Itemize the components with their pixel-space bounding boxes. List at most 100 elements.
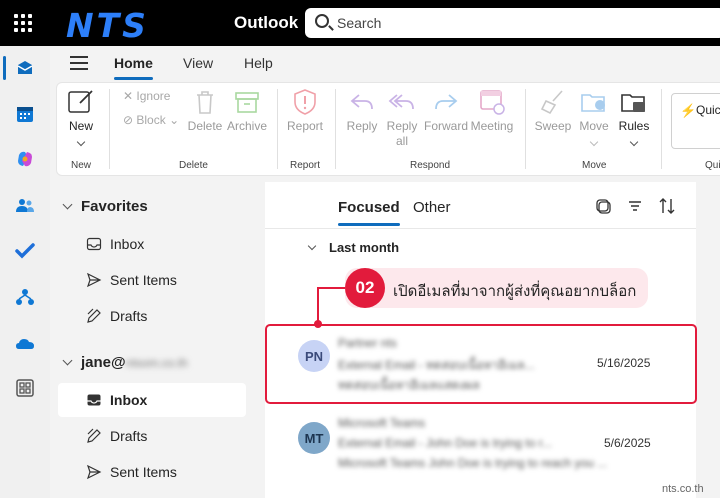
- trash-icon: [197, 91, 213, 114]
- favorite-drafts[interactable]: Drafts: [58, 299, 246, 333]
- broom-icon: [540, 90, 563, 115]
- tab-focused[interactable]: Focused: [338, 199, 400, 226]
- group-label-report: Report: [290, 160, 321, 171]
- rail-calendar[interactable]: [0, 92, 50, 136]
- org-chart-icon: [16, 289, 34, 305]
- search-icon: [315, 14, 329, 28]
- block-button[interactable]: ⊘ Block ⌄: [123, 113, 179, 127]
- tab-help[interactable]: Help: [244, 55, 273, 71]
- rail-org-explorer[interactable]: [0, 275, 50, 319]
- archive-button[interactable]: Archive: [225, 87, 269, 134]
- report-button[interactable]: Report: [285, 87, 325, 134]
- delete-label: Delete: [187, 119, 223, 133]
- callout-leader: [318, 287, 346, 289]
- rail-apps[interactable]: [0, 366, 50, 410]
- compose-icon: [68, 90, 93, 113]
- group-label-quick: Qui: [705, 160, 720, 171]
- folder-drafts[interactable]: Drafts: [58, 419, 246, 453]
- search-placeholder: Search: [337, 15, 382, 31]
- sweep-button[interactable]: Sweep: [533, 87, 573, 134]
- archive-label: Archive: [226, 119, 267, 133]
- account-prefix: jane@: [81, 354, 126, 371]
- sweep-label: Sweep: [534, 119, 572, 133]
- step-number: 02: [345, 268, 385, 308]
- folder-pane: Favorites Inbox Sent Items Drafts jane@n…: [50, 180, 260, 498]
- callout-dot: [314, 320, 322, 328]
- sort-icon[interactable]: [658, 197, 676, 215]
- ribbon-area: Home View Help New ✕ Ignore ⊘ Block ⌄ De…: [50, 46, 720, 178]
- apps-icon: [16, 379, 34, 397]
- account-header[interactable]: jane@ntsom.co.th: [62, 354, 188, 371]
- top-bar: NTS Outlook Search: [0, 0, 720, 46]
- tab-other[interactable]: Other: [413, 199, 451, 216]
- reply-all-label-2: all: [395, 134, 408, 148]
- meeting-icon: [480, 90, 505, 115]
- inbox-icon: [86, 237, 102, 251]
- favorite-drafts-label: Drafts: [110, 308, 148, 324]
- reply-label: Reply: [346, 119, 378, 133]
- app-name[interactable]: Outlook: [234, 13, 298, 33]
- send-icon: [86, 464, 102, 480]
- folder-move-icon: [581, 94, 605, 112]
- folder-sent-label: Sent Items: [110, 464, 177, 480]
- group-label: Last month: [329, 240, 400, 255]
- rail-mail[interactable]: [0, 46, 50, 90]
- move-button[interactable]: Move: [575, 87, 613, 149]
- watermark: nts.co.th: [662, 483, 704, 495]
- ignore-icon: ✕: [123, 89, 137, 103]
- send-icon: [86, 272, 102, 288]
- group-last-month[interactable]: Last month: [307, 240, 400, 255]
- search-box[interactable]: Search: [305, 8, 720, 38]
- select-icon[interactable]: [595, 198, 611, 214]
- reply-all-label-1: Reply: [386, 119, 418, 133]
- avatar: MT: [298, 422, 330, 454]
- block-icon: ⊘: [123, 113, 137, 127]
- rail-onedrive[interactable]: [0, 322, 50, 366]
- tab-view[interactable]: View: [183, 55, 213, 71]
- move-label: Move: [579, 119, 609, 133]
- meeting-button[interactable]: Meeting: [469, 87, 515, 134]
- highlight-box: [265, 324, 697, 404]
- calendar-icon: [17, 107, 33, 122]
- quick-steps-box[interactable]: ⚡ Quic: [671, 93, 720, 149]
- block-label: Block: [136, 113, 166, 127]
- reply-all-button[interactable]: Reply all: [381, 87, 423, 149]
- filter-icon[interactable]: [627, 198, 643, 214]
- new-button[interactable]: New: [61, 87, 101, 149]
- step-text: เปิดอีเมลที่มาจากผู้ส่งที่คุณอยากบล็อก: [393, 283, 637, 300]
- callout-leader: [317, 287, 319, 323]
- forward-button[interactable]: Forward: [423, 87, 469, 134]
- reply-button[interactable]: Reply: [341, 87, 383, 134]
- message-date: 5/6/2025: [604, 436, 651, 450]
- rail-people[interactable]: [0, 184, 50, 228]
- meeting-label: Meeting: [470, 119, 514, 133]
- folder-inbox[interactable]: Inbox: [58, 383, 246, 417]
- brand-logo: NTS: [66, 6, 149, 45]
- shield-alert-icon: [294, 89, 316, 115]
- favorites-header[interactable]: Favorites: [62, 198, 148, 215]
- ignore-button[interactable]: ✕ Ignore: [123, 89, 170, 103]
- cloud-icon: [16, 339, 34, 349]
- rail-todo[interactable]: [0, 229, 50, 273]
- forward-label: Forward: [423, 119, 468, 133]
- tab-home[interactable]: Home: [114, 55, 153, 80]
- favorite-inbox[interactable]: Inbox: [58, 227, 246, 261]
- forward-icon: [435, 94, 458, 110]
- chevron-down-icon: [62, 199, 73, 210]
- rail-copilot[interactable]: [0, 137, 50, 181]
- reply-icon: [350, 94, 373, 110]
- people-icon: [16, 199, 34, 212]
- favorite-sent-items[interactable]: Sent Items: [58, 263, 246, 297]
- report-label: Report: [286, 119, 324, 133]
- chevron-down-icon: [76, 137, 86, 147]
- rules-button[interactable]: Rules: [615, 87, 653, 149]
- message-preview: Microsoft Teams John Doe is trying to re…: [338, 456, 608, 470]
- chevron-down-icon: [589, 137, 599, 147]
- message-item[interactable]: MT Microsoft Teams External Email - John…: [265, 408, 696, 486]
- ribbon-toolbar: New ✕ Ignore ⊘ Block ⌄ Delete Archive Re…: [56, 82, 720, 176]
- menu-icon[interactable]: [70, 56, 88, 70]
- chevron-down-icon: [307, 241, 317, 250]
- app-launcher-icon[interactable]: [14, 14, 32, 32]
- delete-button[interactable]: Delete: [185, 87, 225, 134]
- folder-sent-items[interactable]: Sent Items: [58, 455, 246, 489]
